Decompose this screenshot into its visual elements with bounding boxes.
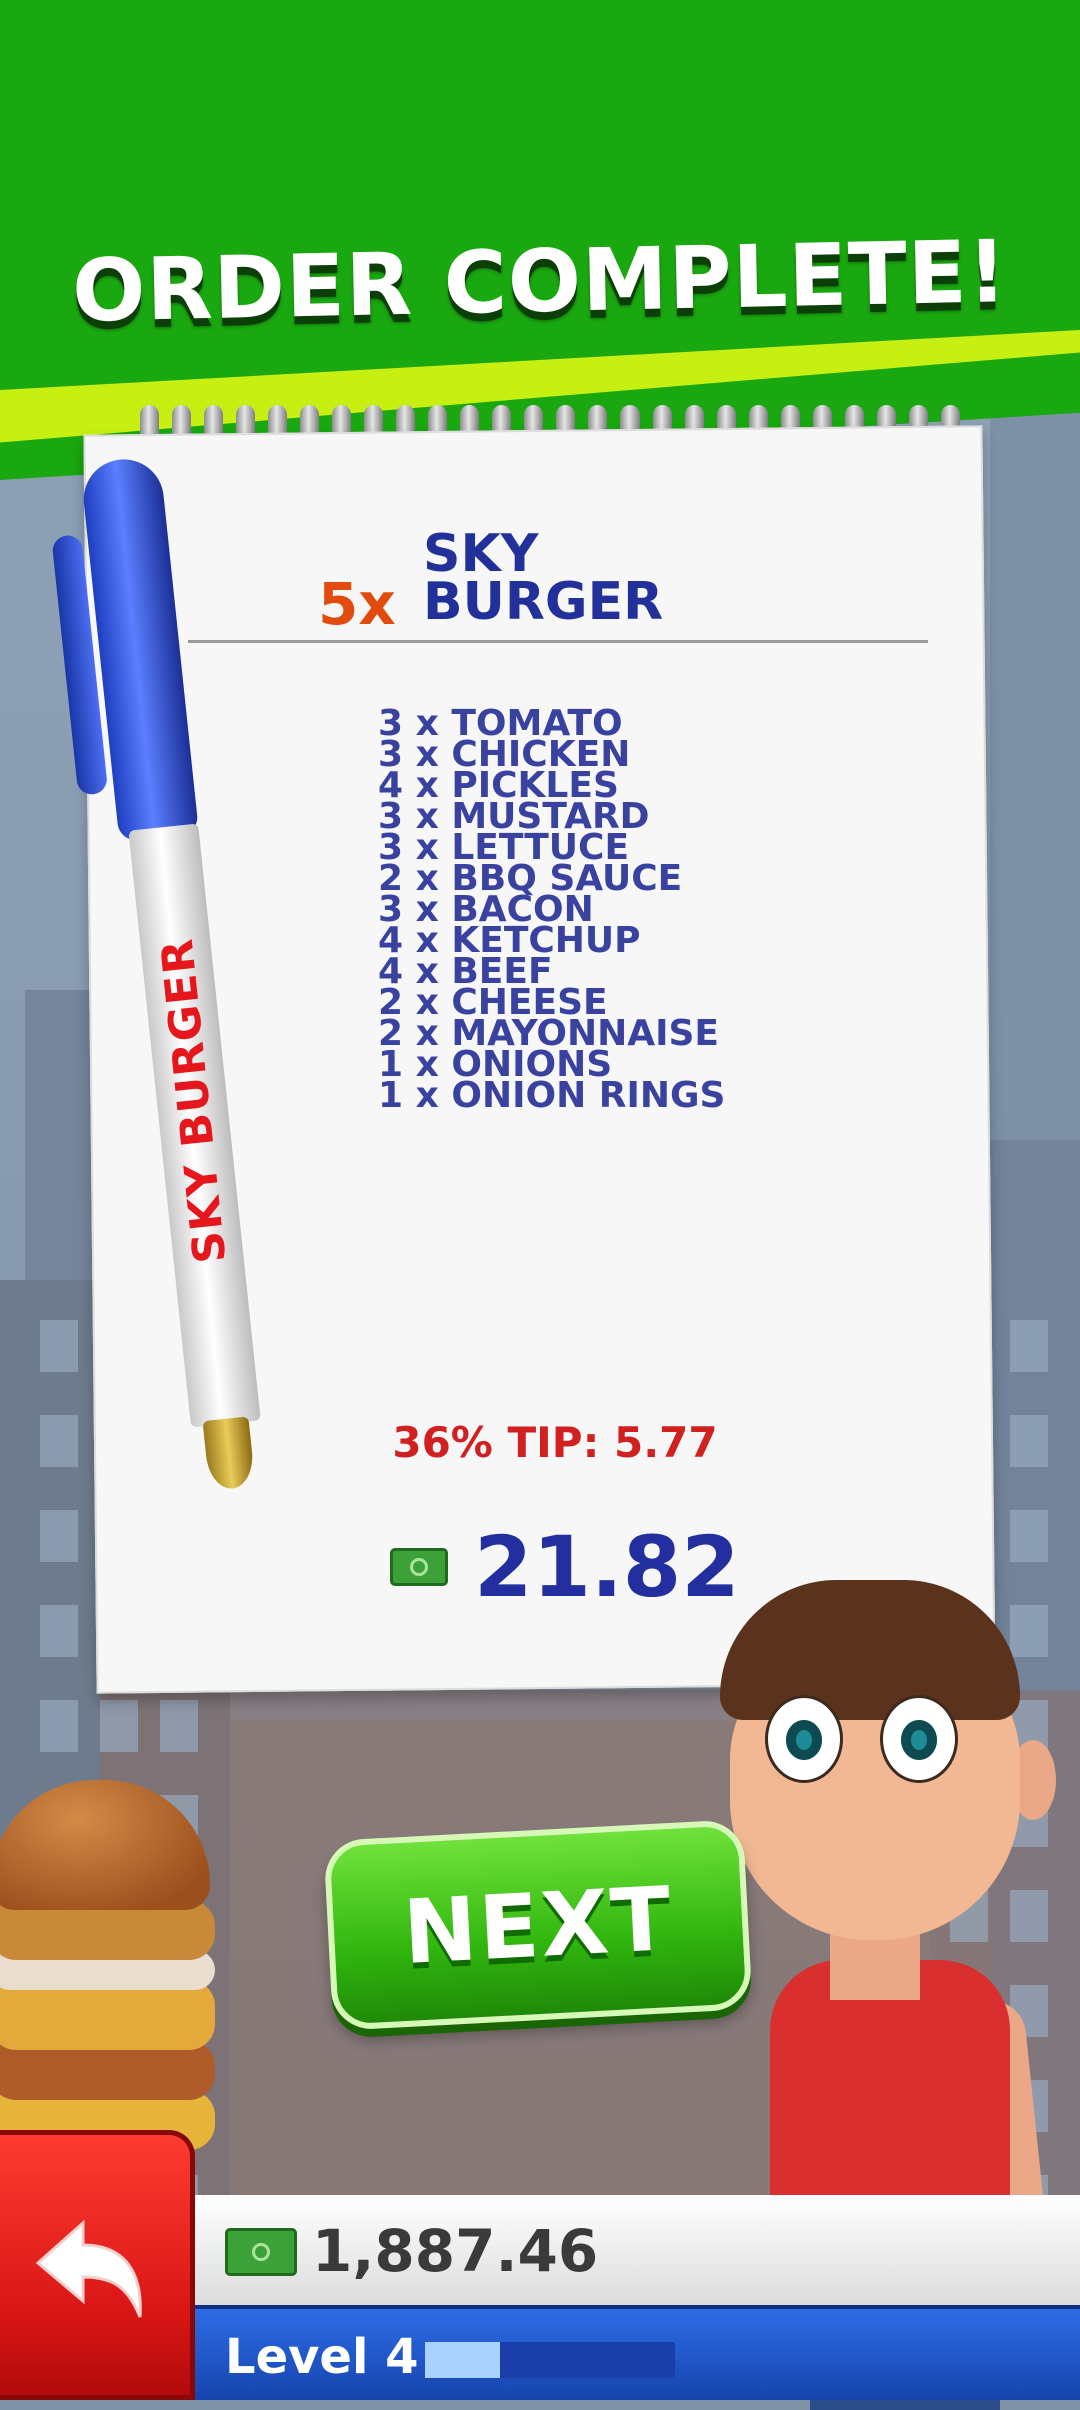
divider: [188, 640, 928, 643]
cash-icon: [390, 1548, 448, 1586]
building-window: [40, 1510, 78, 1562]
building-window: [40, 1605, 78, 1657]
back-arrow-icon: [35, 2219, 142, 2318]
ingredient-list: 3 x TOMATO 3 x CHICKEN 4 x PICKLES 3 x MUST…: [378, 706, 726, 1116]
level-label: Level 4: [225, 2329, 419, 2385]
next-button-label: NEXT: [400, 1866, 676, 1984]
cash-icon: [225, 2228, 297, 2276]
building-window: [1010, 1320, 1048, 1372]
order-total: 21.82: [390, 1518, 740, 1616]
building-window: [160, 1700, 198, 1752]
building-window: [100, 1700, 138, 1752]
wallet-balance: 1,887.46: [312, 2217, 599, 2285]
order-product-name: SKY BURGER: [423, 524, 664, 632]
pen-tip: [202, 1416, 256, 1491]
back-button[interactable]: [0, 2130, 195, 2400]
burger-illustration: [0, 1770, 230, 2170]
order-quantity: 5x: [318, 570, 396, 638]
building-window: [40, 1700, 78, 1752]
level-bar: Level 4: [180, 2305, 1080, 2400]
building: [990, 400, 1080, 1140]
building-window: [40, 1320, 78, 1372]
wallet-bar: 1,887.46: [180, 2195, 1080, 2305]
next-button[interactable]: NEXT: [323, 1819, 753, 2031]
ingredient-item: 1 x ONION RINGS: [378, 1075, 726, 1116]
xp-progress-fill: [425, 2342, 500, 2378]
xp-progress-bar: [425, 2342, 675, 2378]
building-window: [1010, 1510, 1048, 1562]
